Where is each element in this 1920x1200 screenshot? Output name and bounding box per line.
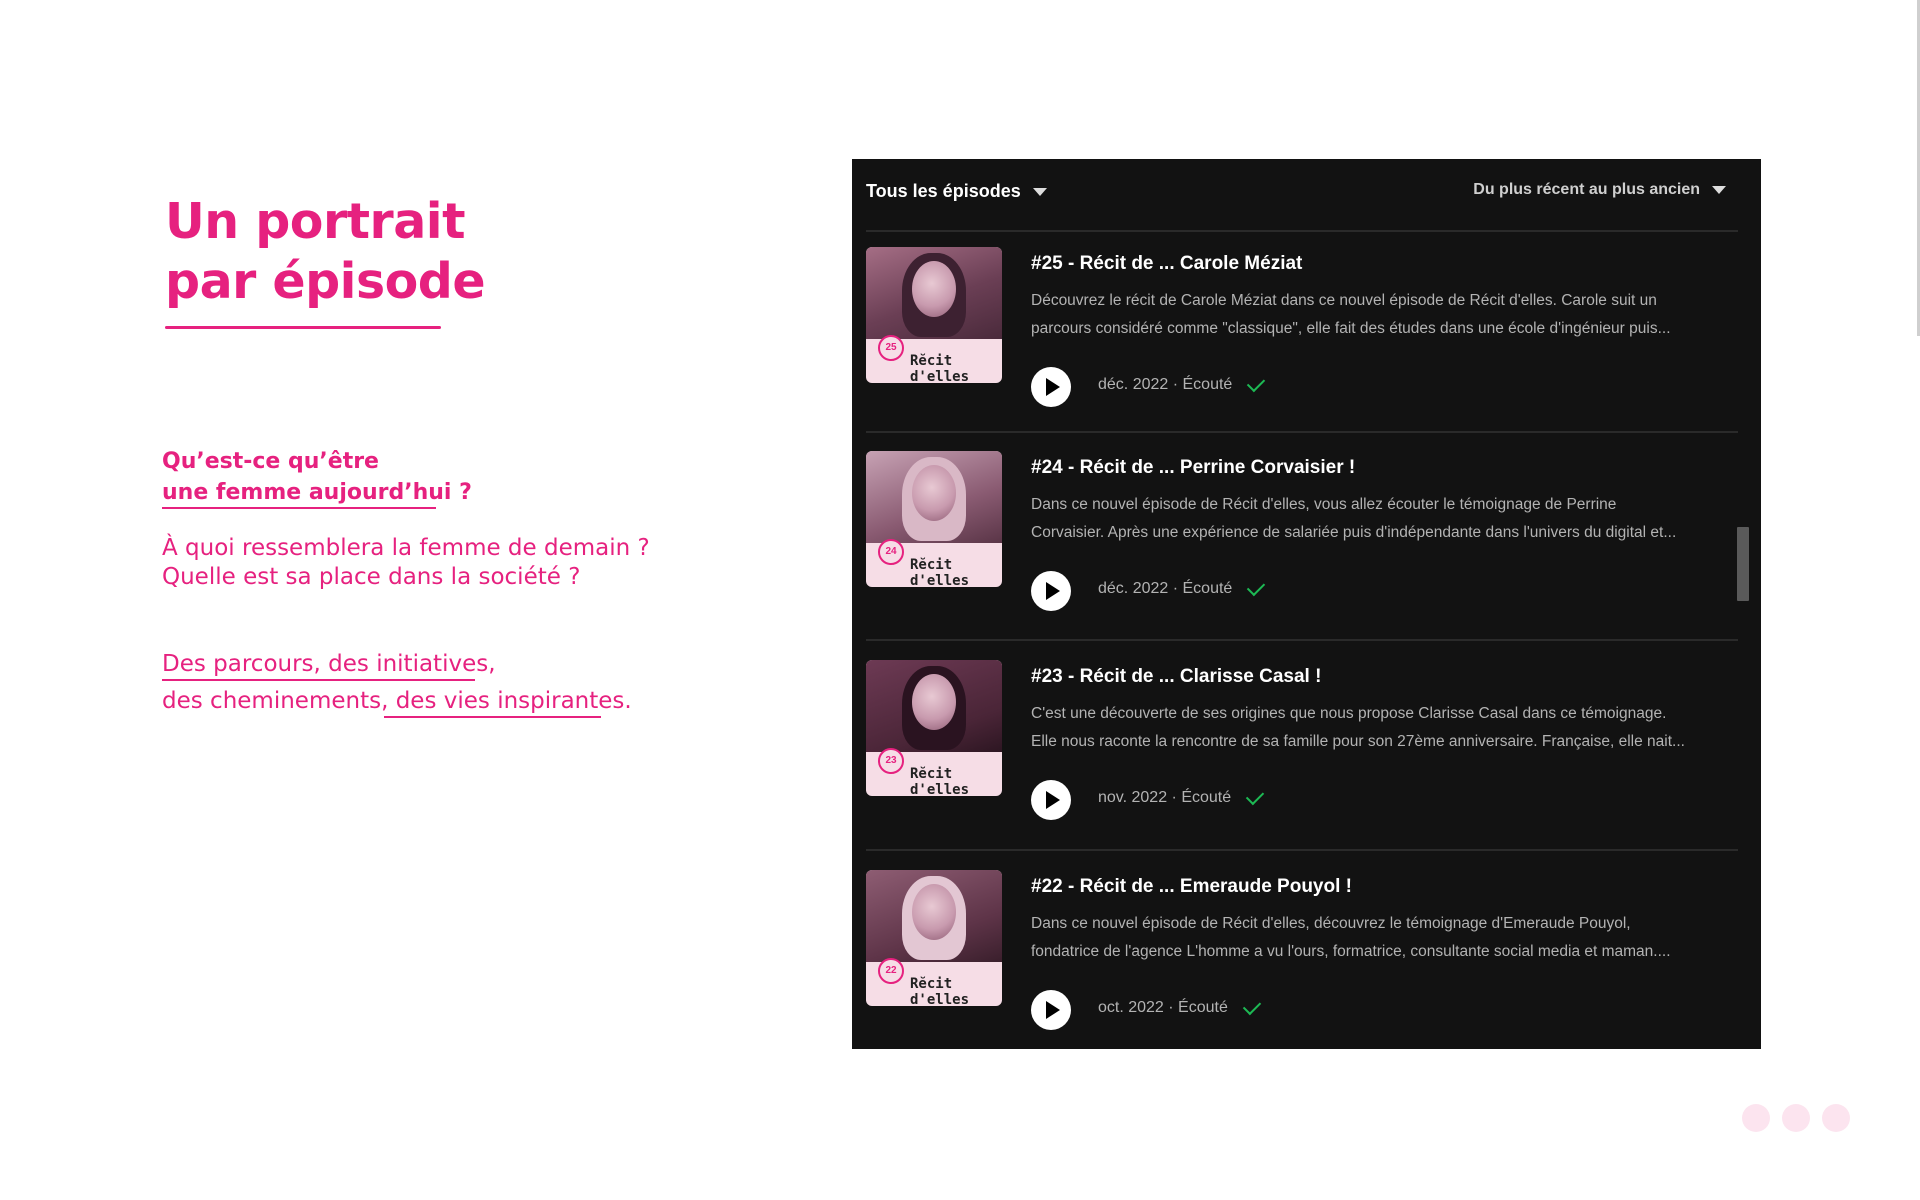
episodes-panel: Tous les épisodes Du plus récent au plus… [852, 159, 1761, 1049]
divider [866, 849, 1738, 851]
pagination-dots [1742, 1104, 1850, 1132]
check-icon [1247, 577, 1266, 597]
filter-dropdown[interactable]: Tous les épisodes [866, 181, 1047, 202]
parcours-underline-2 [384, 716, 601, 718]
parcours-underline-1 [162, 679, 475, 681]
check-icon [1245, 786, 1265, 806]
play-button[interactable] [1031, 780, 1071, 820]
question-text: Qu’est-ce qu’être une femme aujourd’hui … [162, 449, 472, 505]
chevron-down-icon [1712, 186, 1726, 194]
divider [866, 230, 1738, 232]
episode-thumbnail: 24 Rĕcit d'elles [866, 451, 1002, 587]
episode-number-badge: 24 [878, 539, 904, 565]
episode-description: Découvrez le récit de Carole Méziat dans… [1031, 292, 1671, 337]
episode-row[interactable]: 22 Rĕcit d'elles #22 - Récit de ... Emer… [866, 870, 1738, 1049]
episode-description: Dans ce nouvel épisode de Récit d'elles,… [1031, 915, 1671, 960]
episode-title[interactable]: #25 - Récit de ... Carole Méziat [1031, 253, 1302, 275]
dot [1742, 1104, 1770, 1132]
episode-meta: oct. 2022 · Écouté [1098, 996, 1262, 1017]
podcast-logo: Rĕcit d'elles [910, 557, 970, 587]
episode-thumbnail: 25 Rĕcit d'elles [866, 247, 1002, 383]
question-underline [162, 507, 436, 509]
episode-title[interactable]: #23 - Récit de ... Clarisse Casal ! [1031, 666, 1321, 688]
episode-description: C'est une découverte de ses origines que… [1031, 705, 1685, 750]
episode-description: Dans ce nouvel épisode de Récit d'elles,… [1031, 496, 1677, 541]
episode-row[interactable]: 25 Rĕcit d'elles #25 - Récit de ... Caro… [866, 247, 1738, 447]
check-icon [1247, 373, 1266, 393]
episode-thumbnail: 23 Rĕcit d'elles [866, 660, 1002, 796]
podcast-logo: Rĕcit d'elles [910, 353, 970, 383]
episode-meta: déc. 2022 · Écouté [1098, 577, 1266, 598]
scrollbar-thumb[interactable] [1737, 527, 1749, 601]
play-button[interactable] [1031, 990, 1071, 1030]
podcast-logo: Rĕcit d'elles [910, 766, 970, 796]
sub-questions: À quoi ressemblera la femme de demain ? … [162, 535, 650, 590]
play-button[interactable] [1031, 367, 1071, 407]
episode-row[interactable]: 23 Rĕcit d'elles #23 - Récit de ... Clar… [866, 660, 1738, 860]
page-title: Un portrait par épisode [165, 193, 486, 310]
divider [866, 431, 1738, 433]
episode-thumbnail: 22 Rĕcit d'elles [866, 870, 1002, 1006]
episode-title[interactable]: #24 - Récit de ... Perrine Corvaisier ! [1031, 457, 1355, 479]
chevron-down-icon [1032, 187, 1047, 196]
podcast-logo: Rĕcit d'elles [910, 976, 970, 1006]
check-icon [1242, 996, 1262, 1016]
episodes-header: Tous les épisodes Du plus récent au plus… [852, 159, 1742, 231]
episode-meta: déc. 2022 · Écouté [1098, 373, 1266, 394]
episode-number-badge: 25 [878, 335, 904, 361]
dot [1782, 1104, 1810, 1132]
divider [866, 639, 1738, 641]
title-underline [165, 326, 441, 329]
episode-meta: nov. 2022 · Écouté [1098, 786, 1265, 807]
parcours-text: Des parcours, des initiatives, des chemi… [162, 651, 632, 714]
episode-title[interactable]: #22 - Récit de ... Emeraude Pouyol ! [1031, 876, 1352, 898]
dot [1822, 1104, 1850, 1132]
episode-number-badge: 23 [878, 748, 904, 774]
sort-dropdown[interactable]: Du plus récent au plus ancien [1473, 181, 1726, 199]
episode-row[interactable]: 24 Rĕcit d'elles #24 - Récit de ... Perr… [866, 451, 1738, 651]
episode-number-badge: 22 [878, 958, 904, 984]
play-button[interactable] [1031, 571, 1071, 611]
